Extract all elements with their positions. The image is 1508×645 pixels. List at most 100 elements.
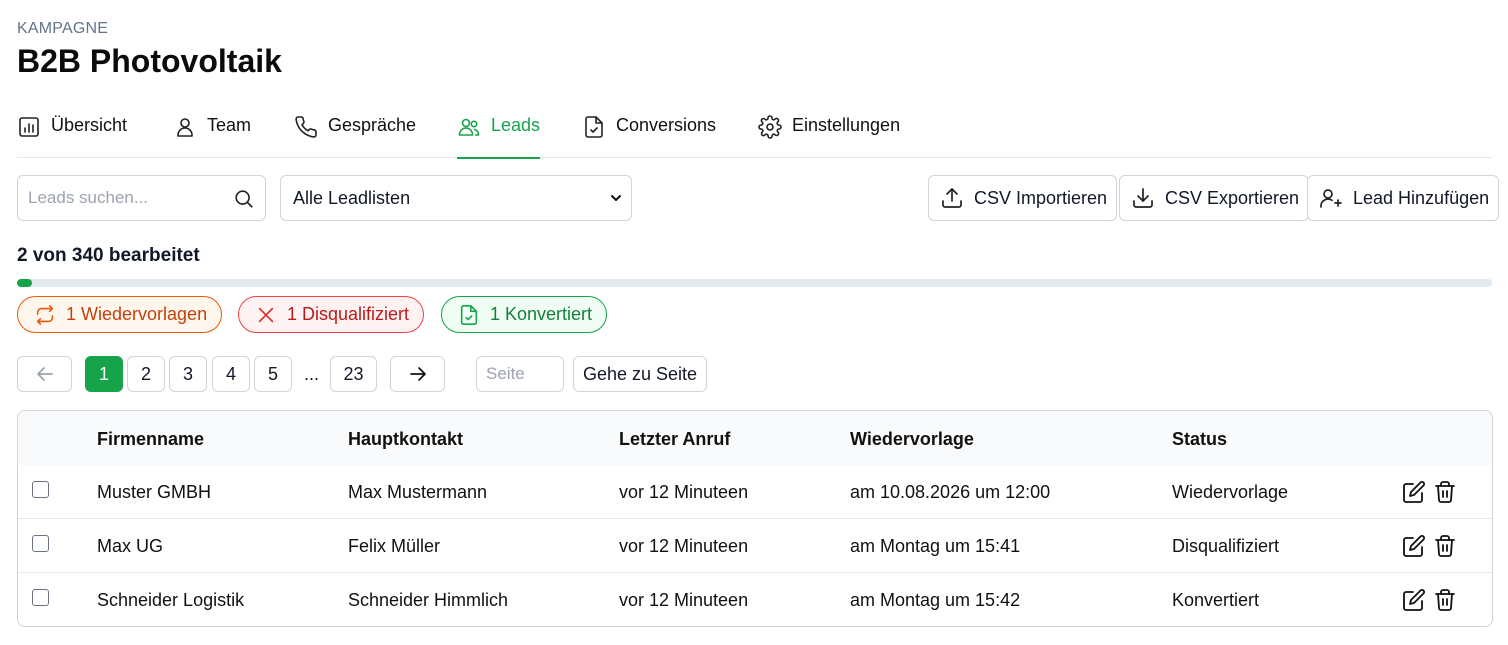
page-button-3[interactable]: 3 bbox=[169, 356, 207, 392]
table-header: Firmenname Hauptkontakt Letzter Anruf Wi… bbox=[18, 411, 1492, 465]
users-icon bbox=[458, 118, 480, 136]
edit-button[interactable] bbox=[1402, 588, 1426, 612]
progress-fill bbox=[17, 279, 32, 287]
followups-filter-chip[interactable]: 1 Wiedervorlagen bbox=[17, 296, 223, 333]
user-icon bbox=[177, 118, 193, 137]
csv-export-button[interactable]: CSV Exportieren bbox=[1119, 175, 1310, 221]
edit-button[interactable] bbox=[1402, 534, 1426, 558]
page-button-1[interactable]: 1 bbox=[85, 356, 123, 392]
tab-uebersicht[interactable]: Übersicht bbox=[17, 110, 127, 158]
tab-einstellungen[interactable]: Einstellungen bbox=[758, 110, 900, 158]
column-header-hauptkontakt[interactable]: Hauptkontakt bbox=[348, 429, 463, 450]
followup-cell: am Montag um 15:41 bbox=[850, 536, 1021, 556]
column-header-firmenname[interactable]: Firmenname bbox=[97, 429, 204, 450]
leadlist-select[interactable]: Alle Leadlisten bbox=[280, 175, 632, 221]
add-lead-label: Lead Hinzufügen bbox=[1353, 187, 1490, 208]
csv-import-label: CSV Importieren bbox=[974, 187, 1108, 208]
search-icon[interactable] bbox=[233, 188, 255, 210]
progress-bar bbox=[17, 279, 1492, 287]
tab-label: Übersicht bbox=[51, 115, 128, 135]
contact-cell: Max Mustermann bbox=[348, 482, 488, 502]
pagination-ellipsis: ... bbox=[304, 364, 320, 384]
user-plus-icon bbox=[1320, 189, 1342, 208]
followup-cell: am 10.08.2026 um 12:00 bbox=[850, 482, 1051, 502]
chevron-down-icon bbox=[611, 195, 621, 201]
company-cell: Schneider Logistik bbox=[97, 590, 245, 610]
followups-chip-label: 1 Wiedervorlagen bbox=[66, 304, 208, 324]
column-header-wiedervorlage[interactable]: Wiedervorlage bbox=[850, 429, 974, 450]
status-cell: Konvertiert bbox=[1172, 590, 1260, 610]
last-call-cell: vor 12 Minuteen bbox=[619, 590, 749, 610]
tab-leads[interactable]: Leads bbox=[457, 110, 541, 159]
edit-icon bbox=[1403, 589, 1425, 611]
last-call-cell: vor 12 Minuteen bbox=[619, 536, 749, 556]
column-header-letzter-anruf[interactable]: Letzter Anruf bbox=[619, 429, 730, 450]
file-check-icon bbox=[585, 116, 603, 138]
tab-gespraeche[interactable]: Gespräche bbox=[294, 110, 416, 158]
bar-chart-icon bbox=[19, 117, 39, 137]
converted-chip-label: 1 Konvertiert bbox=[490, 304, 593, 324]
search-box bbox=[17, 175, 266, 221]
tab-label: Leads bbox=[491, 115, 541, 135]
last-call-cell: vor 12 Minuteen bbox=[619, 482, 749, 502]
trash-icon bbox=[1435, 481, 1455, 503]
converted-filter-chip[interactable]: 1 Konvertiert bbox=[441, 296, 608, 333]
status-cell: Wiedervorlage bbox=[1172, 482, 1289, 502]
delete-button[interactable] bbox=[1433, 588, 1457, 612]
tab-team[interactable]: Team bbox=[173, 110, 251, 158]
trash-icon bbox=[1435, 535, 1455, 557]
campaign-tabs: Übersicht Team Gespräche Leads Conversio… bbox=[17, 110, 1492, 159]
contact-cell: Felix Müller bbox=[348, 536, 441, 556]
tab-label: Team bbox=[207, 115, 252, 135]
trash-icon bbox=[1435, 589, 1455, 611]
disqualified-filter-chip[interactable]: 1 Disqualifiziert bbox=[238, 296, 425, 333]
row-checkbox[interactable] bbox=[32, 481, 49, 498]
table-row[interactable]: Schneider Logistik Schneider Himmlich vo… bbox=[18, 573, 1492, 626]
x-icon bbox=[258, 307, 274, 322]
page-button-5[interactable]: 5 bbox=[254, 356, 292, 392]
page-button-2[interactable]: 2 bbox=[127, 356, 165, 392]
status-cell: Disqualifiziert bbox=[1172, 536, 1280, 556]
csv-import-button[interactable]: CSV Importieren bbox=[928, 175, 1118, 221]
column-header-status[interactable]: Status bbox=[1172, 429, 1227, 450]
tab-label: Conversions bbox=[616, 115, 717, 135]
file-check-icon bbox=[460, 304, 478, 325]
arrow-left-icon bbox=[36, 367, 53, 381]
leadlist-selected-value: Alle Leadlisten bbox=[293, 187, 411, 208]
download-icon bbox=[1133, 188, 1153, 208]
progress-label: 2 von 340 bearbeitet bbox=[17, 245, 200, 266]
goto-page-input[interactable] bbox=[476, 356, 564, 392]
next-page-button[interactable] bbox=[390, 356, 445, 392]
delete-button[interactable] bbox=[1433, 534, 1457, 558]
page-title: B2B Photovoltaik bbox=[17, 43, 282, 79]
edit-button[interactable] bbox=[1402, 480, 1426, 504]
tab-label: Gespräche bbox=[328, 115, 417, 135]
tab-label: Einstellungen bbox=[792, 115, 901, 135]
refresh-icon bbox=[36, 304, 54, 325]
delete-button[interactable] bbox=[1433, 480, 1457, 504]
upload-icon bbox=[942, 188, 962, 208]
leads-table: Firmenname Hauptkontakt Letzter Anruf Wi… bbox=[17, 410, 1493, 627]
gear-icon bbox=[758, 115, 782, 139]
edit-icon bbox=[1403, 481, 1425, 503]
page-button-4[interactable]: 4 bbox=[212, 356, 250, 392]
search-input[interactable] bbox=[28, 188, 218, 208]
arrow-right-icon bbox=[409, 367, 426, 381]
company-cell: Max UG bbox=[97, 536, 164, 556]
add-lead-button[interactable]: Lead Hinzufügen bbox=[1307, 175, 1500, 221]
prev-page-button[interactable] bbox=[17, 356, 72, 392]
table-row[interactable]: Muster GMBH Max Mustermann vor 12 Minute… bbox=[18, 465, 1492, 519]
row-checkbox[interactable] bbox=[32, 535, 49, 552]
page-button-last[interactable]: 23 bbox=[330, 356, 377, 392]
phone-icon bbox=[295, 116, 317, 138]
followup-cell: am Montag um 15:42 bbox=[850, 590, 1021, 610]
contact-cell: Schneider Himmlich bbox=[348, 590, 509, 610]
row-checkbox[interactable] bbox=[32, 589, 49, 606]
tab-conversions[interactable]: Conversions bbox=[582, 110, 716, 158]
csv-export-label: CSV Exportieren bbox=[1165, 187, 1300, 208]
disqualified-chip-label: 1 Disqualifiziert bbox=[287, 304, 410, 324]
goto-page-button[interactable]: Gehe zu Seite bbox=[573, 356, 707, 392]
company-cell: Muster GMBH bbox=[97, 482, 212, 502]
table-row[interactable]: Max UG Felix Müller vor 12 Minuteen am M… bbox=[18, 519, 1492, 573]
campaign-eyebrow: KAMPAGNE bbox=[17, 20, 109, 37]
